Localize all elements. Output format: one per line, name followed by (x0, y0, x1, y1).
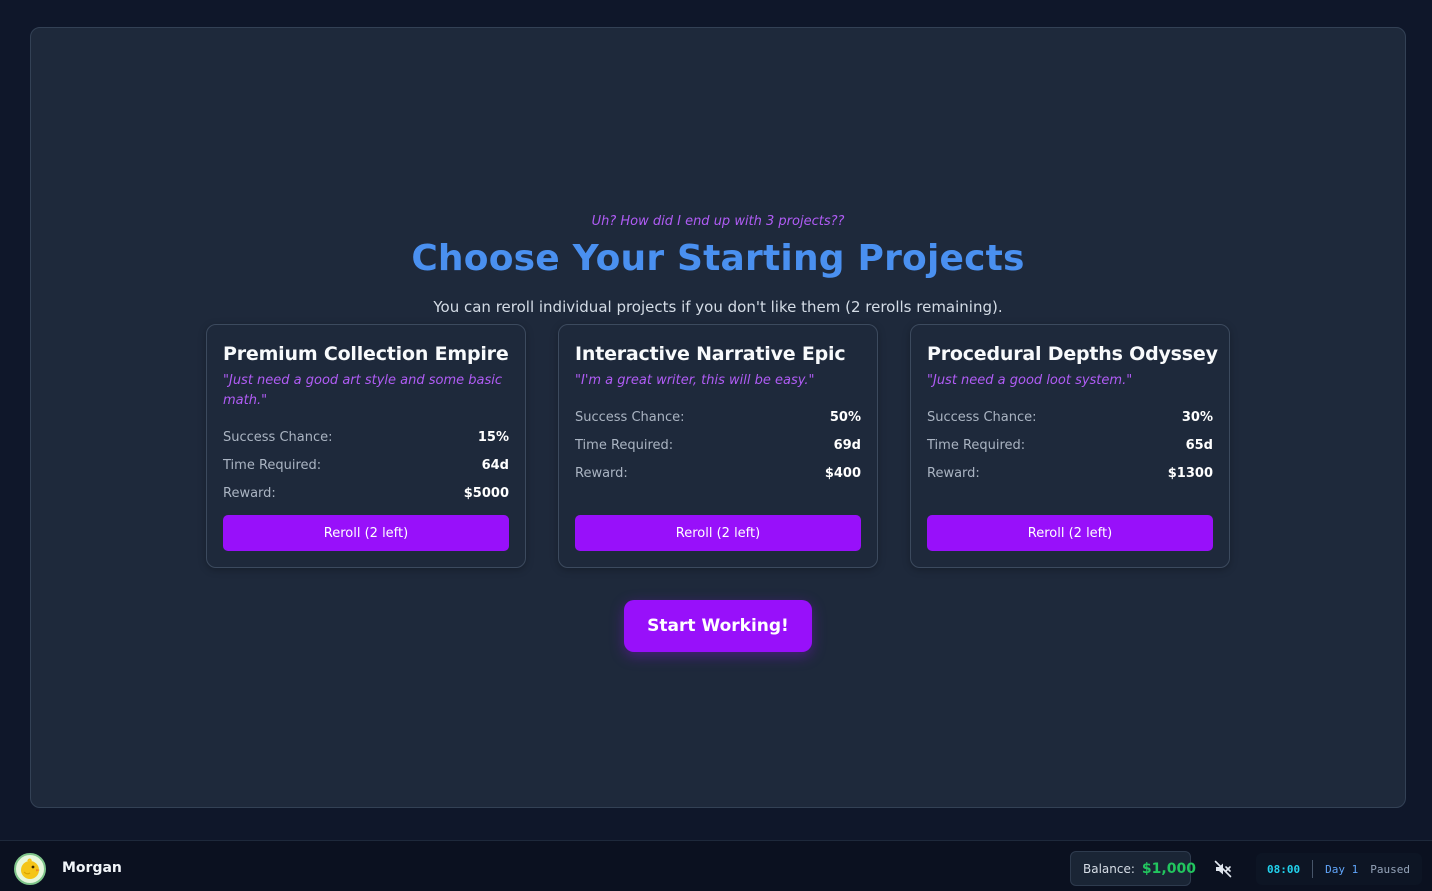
stat-label: Success Chance: (223, 429, 333, 445)
balance-display: Balance: $1,000 (1070, 851, 1196, 886)
page-title: Choose Your Starting Projects (411, 238, 1025, 279)
stat-value: 64d (481, 457, 509, 473)
project-card: Interactive Narrative Epic "I'm a great … (558, 324, 878, 568)
stat-value: 65d (1185, 437, 1213, 453)
reroll-button[interactable]: Reroll (2 left) (223, 515, 509, 551)
page-subtitle: You can reroll individual projects if yo… (433, 298, 1003, 316)
stat-value: $1300 (1167, 465, 1213, 481)
project-name: Premium Collection Empire (223, 343, 509, 365)
stat-label: Success Chance: (575, 409, 685, 425)
project-quote: "Just need a good loot system." (927, 373, 1133, 388)
avatar[interactable] (14, 853, 46, 885)
project-stats: Success Chance: 50% Time Required: 69d R… (575, 403, 861, 487)
stat-reward: Reward: $400 (575, 459, 861, 487)
stat-value: 69d (833, 437, 861, 453)
start-working-button[interactable]: Start Working! (624, 600, 812, 652)
stat-value: $400 (824, 465, 861, 481)
reroll-button[interactable]: Reroll (2 left) (575, 515, 861, 551)
stat-time: Time Required: 69d (575, 431, 861, 459)
clock-status: Paused (1370, 862, 1410, 876)
speaker-muted-icon (1214, 860, 1232, 878)
stat-value: 50% (829, 409, 861, 425)
chick-avatar-icon (21, 858, 40, 879)
project-quote: "Just need a good art style and some bas… (223, 373, 503, 408)
clock-divider (1312, 860, 1314, 878)
project-card: Procedural Depths Odyssey "Just need a g… (910, 324, 1230, 568)
project-cards: Premium Collection Empire "Just need a g… (206, 324, 1230, 568)
status-bar: Morgan Balance: $1,000 08:00 Day 1 Pause… (0, 840, 1432, 891)
project-card: Premium Collection Empire "Just need a g… (206, 324, 526, 568)
balance-label: Balance: (1083, 861, 1135, 876)
project-stats: Success Chance: 15% Time Required: 64d R… (223, 423, 509, 507)
stat-value: 15% (477, 429, 509, 445)
stat-label: Reward: (575, 465, 628, 481)
username: Morgan (62, 860, 122, 876)
stat-label: Reward: (927, 465, 980, 481)
stat-label: Time Required: (575, 437, 674, 453)
game-clock: 08:00 Day 1 Paused (1256, 853, 1422, 885)
stat-label: Time Required: (223, 457, 322, 473)
project-quote: "I'm a great writer, this will be easy." (575, 373, 815, 388)
stat-reward: Reward: $5000 (223, 479, 509, 507)
clock-day: Day 1 (1325, 862, 1359, 876)
intro-text: Uh? How did I end up with 3 projects?? (591, 214, 845, 229)
stat-time: Time Required: 65d (927, 431, 1213, 459)
stat-success: Success Chance: 50% (575, 403, 861, 431)
stat-success: Success Chance: 30% (927, 403, 1213, 431)
balance-value: $1,000 (1141, 860, 1196, 877)
stat-label: Reward: (223, 485, 276, 501)
stat-value: $5000 (463, 485, 509, 501)
project-name: Interactive Narrative Epic (575, 343, 846, 365)
reroll-button[interactable]: Reroll (2 left) (927, 515, 1213, 551)
project-name: Procedural Depths Odyssey (927, 343, 1218, 365)
stat-reward: Reward: $1300 (927, 459, 1213, 487)
stat-value: 30% (1181, 409, 1213, 425)
mute-button[interactable] (1213, 859, 1233, 879)
stat-label: Time Required: (927, 437, 1026, 453)
stat-label: Success Chance: (927, 409, 1037, 425)
clock-time: 08:00 (1267, 862, 1301, 876)
stat-time: Time Required: 64d (223, 451, 509, 479)
project-stats: Success Chance: 30% Time Required: 65d R… (927, 403, 1213, 487)
stat-success: Success Chance: 15% (223, 423, 509, 451)
